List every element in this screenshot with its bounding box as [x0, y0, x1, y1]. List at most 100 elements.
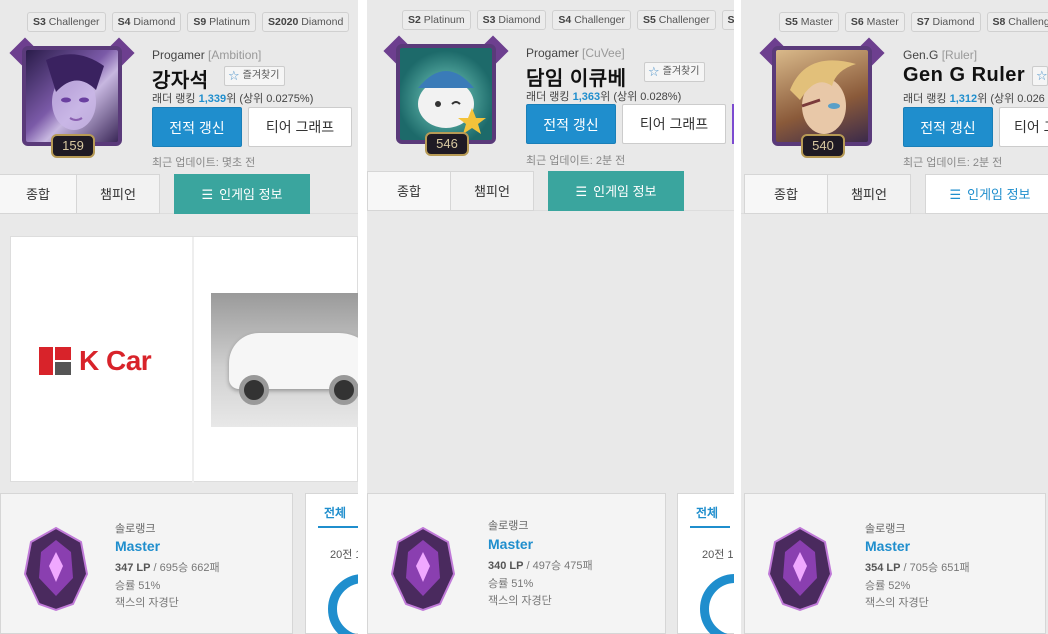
team-label: Progamer [CuVee] [526, 46, 625, 60]
refresh-record-button[interactable]: 전적 갱신 [526, 104, 616, 144]
favorite-button[interactable]: ☆ [1032, 66, 1048, 86]
tab-ingame-info[interactable]: ☰ 인게임 정보 [548, 171, 684, 211]
profile-icon-image [396, 44, 496, 144]
divider [734, 0, 741, 634]
star-icon: ☆ [228, 68, 240, 83]
season-badges: S2 Platinum S3 Diamond S4 Challenger S5 … [402, 10, 734, 30]
profile-tabs: 종합 챔피언 ☰ 인게임 정보 [367, 171, 734, 211]
season-badge: S6 Master [844, 12, 905, 32]
search-list-icon: ☰ [575, 184, 588, 199]
master-tier-emblem [767, 526, 833, 612]
lp-record: 354 LP / 705승 651패 [865, 562, 970, 574]
recent-games-card: 전체 20전 1 [305, 493, 358, 634]
win-rate: 승률 52% [865, 580, 911, 592]
face-illustration [46, 54, 104, 130]
solo-rank-card: 솔로랭크 Master 354 LP / 705승 651패 승률 52% 잭스… [744, 493, 1046, 634]
last-updated: 최근 업데이트: 2분 전 [526, 155, 626, 167]
tier-name: Master [865, 538, 911, 554]
profile-panel-ruler: S5 Master S6 Master S7 Diamond S8 Challe… [741, 0, 1048, 634]
season-badges: S5 Master S6 Master S7 Diamond S8 Challe… [779, 12, 1048, 32]
profile-panel-kangjaseok: S3 Challenger S4 Diamond S9 Platinum S20… [0, 0, 358, 634]
profile-avatar: 159 [9, 37, 135, 158]
last-updated: 최근 업데이트: 몇초 전 [152, 157, 256, 169]
tab-summary[interactable]: 종합 [744, 174, 828, 214]
summoner-name: 강자석 [152, 70, 209, 92]
ladder-ranking: 래더 랭킹 1,339위 (상위 0.0275%) [152, 93, 314, 105]
divider [358, 0, 367, 634]
favorite-button[interactable]: ☆ 즐겨찾기 [224, 66, 286, 86]
tab-summary[interactable]: 종합 [367, 171, 451, 211]
tab-ingame-info[interactable]: ☰ 인게임 정보 [925, 174, 1048, 214]
league-name: 잭스의 자경단 [865, 597, 929, 609]
solo-rank-card: 솔로랭크 Master 347 LP / 695승 662패 승률 51% 잭스… [0, 493, 293, 634]
winrate-donut [700, 574, 734, 634]
winrate-donut [328, 574, 358, 634]
screenshot-collage: S3 Challenger S4 Diamond S9 Platinum S20… [0, 0, 1048, 634]
season-badge: S5 Challenger [636, 10, 716, 30]
ladder-ranking: 래더 랭킹 1,312위 (상위 0.026 [903, 93, 1045, 105]
level-badge: 159 [51, 134, 95, 158]
tier-name: Master [115, 538, 161, 554]
search-list-icon: ☰ [201, 187, 214, 202]
season-badge: S3 Challenger [27, 12, 106, 32]
league-name: 잭스의 자경단 [488, 595, 552, 607]
last-updated: 최근 업데이트: 2분 전 [903, 157, 1003, 169]
season-badge: S8 Challenger [986, 12, 1048, 32]
win-rate: 승률 51% [115, 580, 161, 592]
season-badge: S7 Diamond [910, 12, 981, 32]
face-illustration [790, 60, 856, 134]
queue-label: 솔로랭크 [115, 523, 156, 535]
profile-tabs: 종합 챔피언 ☰ 인게임 정보 [0, 174, 358, 214]
season-badge: S2020 Diamond [261, 12, 350, 32]
team-label: Progamer [Ambition] [152, 48, 262, 62]
lp-record: 340 LP / 497승 475패 [488, 560, 593, 572]
queue-label: 솔로랭크 [865, 523, 906, 535]
tab-underline [318, 526, 358, 528]
advertisement-banner[interactable]: K Car [10, 236, 358, 483]
refresh-record-button[interactable]: 전적 갱신 [152, 107, 242, 147]
season-badge: S4 Challenger [552, 10, 631, 30]
games-count: 20전 1 [702, 549, 734, 561]
season-badge: S5 Master [779, 12, 839, 32]
tier-graph-button[interactable]: 티어 그래프 [622, 104, 726, 144]
tab-ingame-info[interactable]: ☰ 인게임 정보 [174, 174, 310, 214]
solo-rank-card: 솔로랭크 Master 340 LP / 497승 475패 승률 51% 잭스… [367, 493, 666, 634]
search-list-icon: ☰ [949, 187, 962, 202]
level-badge: 540 [801, 134, 845, 158]
profile-icon-image [772, 46, 872, 146]
tab-summary[interactable]: 종합 [0, 174, 77, 214]
car-wheel [239, 375, 269, 405]
tab-champion[interactable]: 챔피언 [827, 174, 911, 214]
queue-label: 솔로랭크 [488, 520, 529, 532]
games-count: 20전 1 [330, 549, 358, 561]
star-icon: ☆ [1036, 68, 1048, 83]
favorite-button[interactable]: ☆ 즐겨찾기 [644, 62, 706, 82]
summoner-name: Gen G Ruler [903, 64, 1026, 86]
season-badge: S9 Platinum [187, 12, 256, 32]
master-tier-emblem [390, 526, 456, 612]
recent-games-card: 전체 20전 1 [677, 493, 734, 634]
lp-record: 347 LP / 695승 662패 [115, 562, 220, 574]
tab-champion[interactable]: 챔피언 [76, 174, 160, 214]
profile-avatar: 546 [383, 35, 509, 156]
profile-tabs: 종합 챔피언 ☰ 인게임 정보 [741, 174, 1048, 214]
profile-avatar: 540 [759, 37, 885, 158]
tier-graph-button[interactable]: 티어 그래프 [248, 107, 352, 147]
season-badge: S2 Platinum [402, 10, 471, 30]
win-rate: 승률 51% [488, 578, 534, 590]
kcar-logo-mark [39, 347, 71, 375]
mascot-illustration [418, 71, 486, 134]
tab-all[interactable]: 전체 [696, 504, 718, 521]
tier-graph-button[interactable]: 티어 그 [999, 107, 1048, 147]
profile-icon-image [22, 46, 122, 146]
car-wheel [329, 375, 358, 405]
master-tier-emblem [23, 526, 89, 612]
tab-underline [690, 526, 730, 528]
summoner-name: 담임 이큐베 [526, 68, 627, 90]
team-label: Gen.G [Ruler] [903, 48, 978, 62]
tab-all[interactable]: 전체 [324, 504, 346, 521]
ad-divider [192, 237, 194, 483]
refresh-record-button[interactable]: 전적 갱신 [903, 107, 993, 147]
profile-panel-cuvee: S2 Platinum S3 Diamond S4 Challenger S5 … [367, 0, 734, 634]
tab-champion[interactable]: 챔피언 [450, 171, 534, 211]
